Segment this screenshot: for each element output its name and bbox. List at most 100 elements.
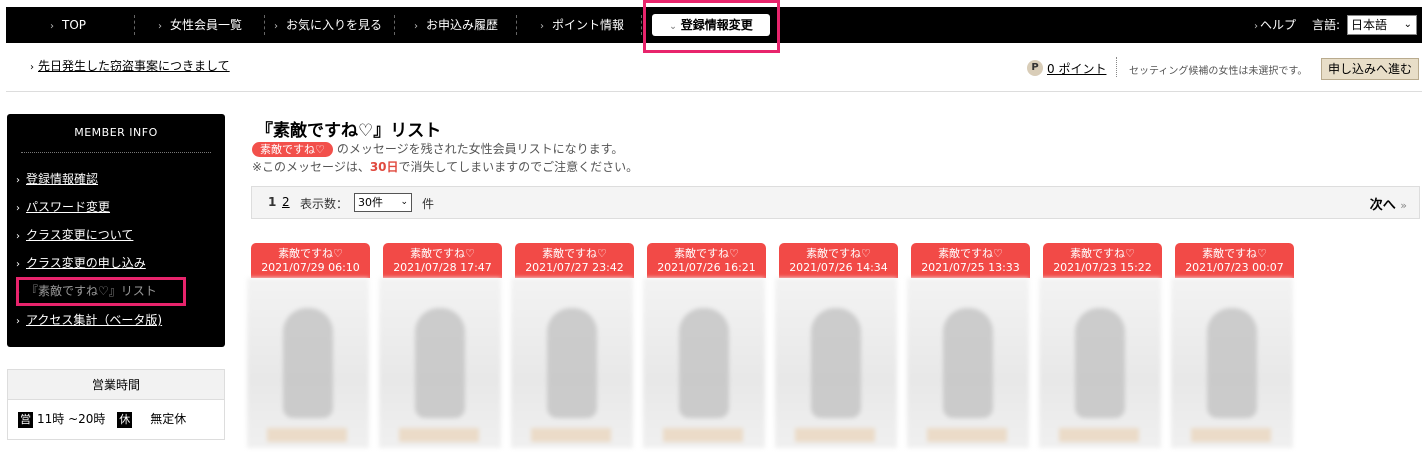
chevron-down-icon: ⌄ bbox=[1403, 19, 1412, 30]
nav-separator bbox=[516, 15, 517, 35]
business-hours-row: 営 11時 ~20時 休 無定休 bbox=[18, 410, 186, 428]
member-info-title: MEMBER INFO bbox=[74, 126, 158, 139]
sidebar-item-class-change-apply[interactable]: › クラス変更の申し込み bbox=[16, 254, 146, 271]
nav-points-label: ポイント情報 bbox=[552, 18, 625, 32]
photo-caption-bar bbox=[663, 428, 743, 442]
chevron-right-icon: › bbox=[50, 21, 54, 32]
divider bbox=[1116, 57, 1117, 77]
photo-figure bbox=[1207, 308, 1257, 418]
member-card[interactable]: 素敵ですね♡ 2021/07/29 06:10 bbox=[247, 243, 370, 448]
photo-caption-bar bbox=[1191, 428, 1271, 442]
sidebar-item-label: アクセス集計（ベータ版) bbox=[26, 313, 163, 327]
page-description: 素敵ですね♡ のメッセージを残された女性会員リストになります。 bbox=[252, 140, 623, 157]
photo-caption-bar bbox=[267, 428, 347, 442]
chevron-right-icon: › bbox=[414, 21, 418, 32]
chevron-right-icon: › bbox=[30, 62, 34, 73]
nav-favorites[interactable]: › お気に入りを見る bbox=[274, 7, 382, 43]
chevron-double-right-icon: » bbox=[1400, 199, 1407, 212]
nice-tag-date: 2021/07/29 06:10 bbox=[261, 261, 360, 274]
member-card[interactable]: 素敵ですね♡ 2021/07/25 13:33 bbox=[907, 243, 1030, 448]
pager-bar: 1 2 表示数： 30件 ⌄ 件 次へ » bbox=[251, 186, 1420, 219]
per-page-unit: 件 bbox=[422, 197, 435, 211]
member-photo[interactable] bbox=[379, 278, 501, 448]
page-current: 1 bbox=[268, 195, 277, 209]
member-photo[interactable] bbox=[775, 278, 897, 448]
nav-application-history-label: お申込み履歴 bbox=[426, 18, 499, 32]
chevron-right-icon: › bbox=[158, 21, 162, 32]
nice-tag-label: 素敵ですね♡ bbox=[806, 247, 871, 260]
member-card[interactable]: 素敵ですね♡ 2021/07/23 15:22 bbox=[1039, 243, 1162, 448]
nice-tag-date: 2021/07/25 13:33 bbox=[921, 261, 1020, 274]
nice-tag-label: 素敵ですね♡ bbox=[1202, 247, 1267, 260]
nav-female-members[interactable]: › 女性会員一覧 bbox=[158, 7, 242, 43]
apply-button[interactable]: 申し込みへ進む bbox=[1321, 58, 1419, 80]
chevron-right-icon: › bbox=[16, 259, 20, 270]
member-photo[interactable] bbox=[907, 278, 1029, 448]
nice-tag: 素敵ですね♡ 2021/07/26 14:34 bbox=[779, 243, 898, 278]
language-select[interactable]: 日本語 ⌄ bbox=[1347, 15, 1417, 35]
chevron-down-icon: ⌄ bbox=[400, 197, 408, 207]
nice-tag-label: 素敵ですね♡ bbox=[542, 247, 607, 260]
photo-caption-bar bbox=[399, 428, 479, 442]
photo-figure bbox=[943, 308, 993, 418]
member-photo[interactable] bbox=[511, 278, 633, 448]
nice-tag-label: 素敵ですね♡ bbox=[410, 247, 475, 260]
chevron-right-icon: › bbox=[16, 203, 20, 214]
sidebar-item-label: クラス変更について bbox=[26, 228, 134, 242]
member-photo[interactable] bbox=[1171, 278, 1293, 448]
sidebar-item-class-change-about[interactable]: › クラス変更について bbox=[16, 226, 133, 243]
points-link[interactable]: 0 ポイント bbox=[1047, 60, 1106, 77]
chevron-right-icon: › bbox=[16, 316, 20, 327]
chevron-right-icon: › bbox=[540, 21, 544, 32]
page-2-link[interactable]: 2 bbox=[282, 195, 290, 209]
business-hours-panel: 営業時間 営 11時 ~20時 休 無定休 bbox=[7, 369, 225, 440]
photo-caption-bar bbox=[795, 428, 875, 442]
nice-tag-label: 素敵ですね♡ bbox=[278, 247, 343, 260]
next-page-link[interactable]: 次へ » bbox=[1370, 194, 1407, 213]
notice-link[interactable]: › 先日発生した窃盗事案につきまして bbox=[30, 57, 230, 74]
photo-figure bbox=[811, 308, 861, 418]
nice-tag-date: 2021/07/23 00:07 bbox=[1185, 261, 1284, 274]
nav-top-label: TOP bbox=[62, 18, 87, 32]
lang-label: 言語: bbox=[1312, 18, 1341, 32]
member-card[interactable]: 素敵ですね♡ 2021/07/26 14:34 bbox=[775, 243, 898, 448]
photo-figure bbox=[415, 308, 465, 418]
photo-caption-bar bbox=[1059, 428, 1139, 442]
expiry-days: 30日 bbox=[369, 160, 399, 174]
nice-tag-date: 2021/07/28 17:47 bbox=[393, 261, 492, 274]
member-photo[interactable] bbox=[247, 278, 369, 448]
nice-tag-date: 2021/07/26 14:34 bbox=[789, 261, 888, 274]
closed-text: 無定休 bbox=[150, 412, 187, 426]
nice-tag: 素敵ですね♡ 2021/07/28 17:47 bbox=[383, 243, 502, 278]
expiry-notice: ※このメッセージは、30日で消失してしまいますのでご注意ください。 bbox=[252, 158, 638, 175]
member-photo[interactable] bbox=[1039, 278, 1161, 448]
nav-help[interactable]: › ヘルプ bbox=[1254, 7, 1296, 43]
notice-text: 先日発生した窃盗事案につきまして bbox=[38, 59, 230, 73]
member-card[interactable]: 素敵ですね♡ 2021/07/27 23:42 bbox=[511, 243, 634, 448]
description-text: のメッセージを残された女性会員リストになります。 bbox=[336, 142, 624, 156]
member-card[interactable]: 素敵ですね♡ 2021/07/23 00:07 bbox=[1171, 243, 1294, 448]
expiry-text-post: で消失してしまいますのでご注意ください。 bbox=[398, 160, 639, 174]
page-title: 『素敵ですね♡』リスト bbox=[256, 121, 442, 141]
chevron-right-icon: › bbox=[1254, 21, 1258, 32]
open-badge: 営 bbox=[18, 412, 33, 428]
member-photo[interactable] bbox=[643, 278, 765, 448]
member-card[interactable]: 素敵ですね♡ 2021/07/28 17:47 bbox=[379, 243, 502, 448]
nice-tag-date: 2021/07/27 23:42 bbox=[525, 261, 624, 274]
sidebar-item-password[interactable]: › パスワード変更 bbox=[16, 198, 110, 215]
member-card[interactable]: 素敵ですね♡ 2021/07/26 16:21 bbox=[643, 243, 766, 448]
divider bbox=[21, 152, 211, 153]
nav-points[interactable]: › ポイント情報 bbox=[540, 7, 624, 43]
nice-tag-label: 素敵ですね♡ bbox=[938, 247, 1003, 260]
highlight-box-sidebar bbox=[16, 277, 186, 306]
photo-caption-bar bbox=[927, 428, 1007, 442]
nav-application-history[interactable]: › お申込み履歴 bbox=[414, 7, 498, 43]
nice-tag-label: 素敵ですね♡ bbox=[674, 247, 739, 260]
photo-figure bbox=[1075, 308, 1125, 418]
nav-top[interactable]: › TOP bbox=[50, 7, 86, 43]
nice-tag: 素敵ですね♡ 2021/07/25 13:33 bbox=[911, 243, 1030, 278]
per-page-select[interactable]: 30件 ⌄ bbox=[354, 193, 412, 212]
sidebar-item-access-stats[interactable]: › アクセス集計（ベータ版) bbox=[16, 311, 162, 328]
nice-tag-date: 2021/07/26 16:21 bbox=[657, 261, 756, 274]
sidebar-item-registration-info[interactable]: › 登録情報確認 bbox=[16, 170, 98, 187]
